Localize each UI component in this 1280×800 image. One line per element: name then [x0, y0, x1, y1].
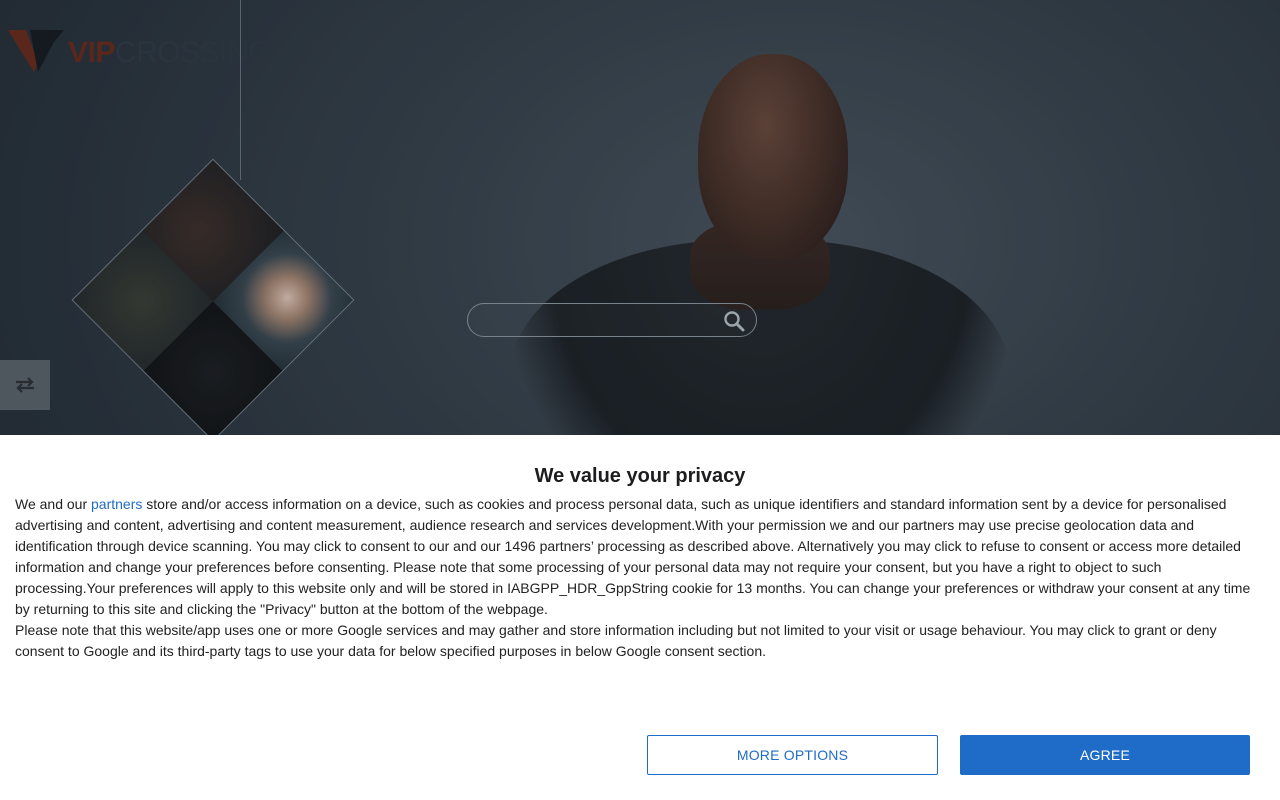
consent-text: We and our partners store and/or access … [15, 494, 1260, 662]
logo-text-vip: VIP [68, 36, 115, 69]
consent-details-text: store and/or access information on a dev… [15, 496, 1251, 617]
consent-intro-text: We and our [15, 496, 92, 512]
more-options-button[interactable]: MORE OPTIONS [647, 735, 938, 775]
diamond-frame [71, 158, 355, 442]
agree-button[interactable]: AGREE [960, 735, 1250, 775]
privacy-consent-panel: We value your privacy We and our partner… [0, 435, 1280, 800]
logo-mark-icon [8, 30, 64, 72]
search-icon[interactable] [722, 309, 746, 333]
logo-text-crossing: CROSSING [114, 36, 272, 69]
search-input[interactable] [482, 310, 712, 332]
search-bar [467, 303, 757, 337]
site-logo[interactable]: VIPCROSSING [8, 28, 272, 76]
swap-toggle[interactable] [0, 360, 50, 410]
swap-arrows-icon [16, 377, 34, 393]
consent-title: We value your privacy [534, 465, 746, 487]
diamond-collage[interactable] [57, 144, 369, 456]
hero-head [698, 54, 848, 259]
partners-link[interactable]: partners [91, 496, 142, 512]
consent-paragraph-1: We and our partners store and/or access … [15, 494, 1260, 620]
hero-image [470, 40, 1030, 540]
consent-paragraph-2: Please note that this website/app uses o… [15, 622, 1217, 659]
